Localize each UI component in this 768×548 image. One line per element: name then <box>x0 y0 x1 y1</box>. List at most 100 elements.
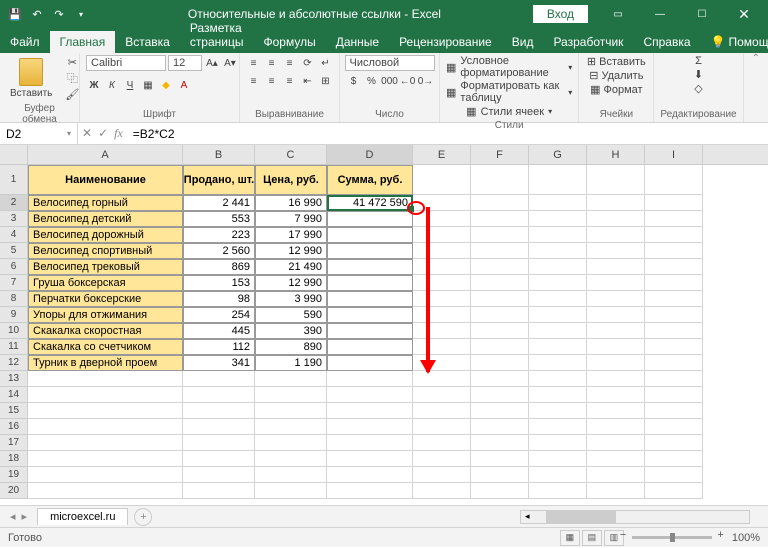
cancel-formula-icon[interactable]: ✕ <box>82 126 92 141</box>
cell[interactable]: 112 <box>183 339 255 355</box>
cell[interactable] <box>471 323 529 339</box>
tab-file[interactable]: Файл <box>0 31 50 53</box>
cell[interactable] <box>645 403 703 419</box>
cell[interactable] <box>183 451 255 467</box>
cell[interactable] <box>183 483 255 499</box>
cell[interactable] <box>645 483 703 499</box>
cell[interactable] <box>327 323 413 339</box>
cell[interactable] <box>529 211 587 227</box>
cell[interactable] <box>471 403 529 419</box>
font-color-icon[interactable]: A <box>176 77 192 93</box>
close-icon[interactable]: ✕ <box>724 0 764 28</box>
cell[interactable] <box>645 291 703 307</box>
cell[interactable] <box>255 435 327 451</box>
row-header[interactable]: 3 <box>0 211 28 227</box>
cell[interactable] <box>255 387 327 403</box>
cell[interactable]: 153 <box>183 275 255 291</box>
tab-data[interactable]: Данные <box>326 31 389 53</box>
cell[interactable]: Велосипед спортивный <box>28 243 183 259</box>
cell[interactable]: Велосипед детский <box>28 211 183 227</box>
wrap-text-icon[interactable]: ↵ <box>318 55 334 71</box>
redo-icon[interactable]: ↷ <box>52 7 66 21</box>
merge-icon[interactable]: ⊞ <box>318 73 334 89</box>
tellme-button[interactable]: 💡Помощь <box>701 31 768 53</box>
cell[interactable] <box>587 165 645 195</box>
col-header[interactable]: G <box>529 145 587 164</box>
cell[interactable]: 223 <box>183 227 255 243</box>
cell[interactable] <box>471 227 529 243</box>
cell[interactable] <box>183 371 255 387</box>
cell[interactable]: 890 <box>255 339 327 355</box>
increase-decimal-icon[interactable]: ←0 <box>400 73 416 89</box>
increase-font-icon[interactable]: A▴ <box>204 55 220 71</box>
cell[interactable] <box>413 339 471 355</box>
horizontal-scrollbar[interactable]: ◂ <box>520 510 750 524</box>
cell[interactable]: 12 990 <box>255 275 327 291</box>
spreadsheet-grid[interactable]: A B C D E F G H I 1234567891011121314151… <box>0 145 768 505</box>
cell[interactable] <box>645 307 703 323</box>
cell[interactable] <box>471 165 529 195</box>
cell[interactable]: 41 472 590 <box>327 195 413 211</box>
cell[interactable] <box>587 227 645 243</box>
orientation-icon[interactable]: ⟳ <box>300 55 316 71</box>
row-header[interactable]: 19 <box>0 467 28 483</box>
formula-input[interactable]: =B2*C2 <box>127 127 768 141</box>
row-header[interactable]: 1 <box>0 165 28 195</box>
cell[interactable] <box>587 307 645 323</box>
cell[interactable] <box>255 419 327 435</box>
cell[interactable] <box>529 195 587 211</box>
row-header[interactable]: 13 <box>0 371 28 387</box>
cell[interactable] <box>645 467 703 483</box>
cell[interactable]: Продано, шт. <box>183 165 255 195</box>
collapse-ribbon-icon[interactable]: ⌃ <box>744 53 768 122</box>
cell[interactable] <box>645 259 703 275</box>
cell[interactable] <box>471 195 529 211</box>
cell[interactable] <box>471 275 529 291</box>
cell[interactable]: 254 <box>183 307 255 323</box>
cell[interactable] <box>413 483 471 499</box>
row-header[interactable]: 4 <box>0 227 28 243</box>
cell[interactable] <box>587 211 645 227</box>
cell[interactable] <box>645 435 703 451</box>
cell[interactable]: 869 <box>183 259 255 275</box>
underline-button[interactable]: Ч <box>122 77 138 93</box>
cell[interactable] <box>327 307 413 323</box>
cell[interactable] <box>413 275 471 291</box>
format-as-table-button[interactable]: ▦Форматировать как таблицу▾ <box>446 80 572 104</box>
row-header[interactable]: 7 <box>0 275 28 291</box>
cell[interactable]: 590 <box>255 307 327 323</box>
row-header[interactable]: 17 <box>0 435 28 451</box>
cell[interactable] <box>587 355 645 371</box>
sheet-tab[interactable]: microexcel.ru <box>37 508 128 525</box>
zoom-slider[interactable] <box>632 536 712 539</box>
cell[interactable]: Сумма, руб. <box>327 165 413 195</box>
cell[interactable] <box>413 323 471 339</box>
cell[interactable] <box>587 291 645 307</box>
align-bottom-icon[interactable]: ≡ <box>282 55 298 71</box>
row-header[interactable]: 11 <box>0 339 28 355</box>
cell[interactable] <box>471 259 529 275</box>
cell[interactable]: 341 <box>183 355 255 371</box>
cell[interactable] <box>327 403 413 419</box>
cell[interactable] <box>183 403 255 419</box>
name-box[interactable]: D2 <box>0 123 78 144</box>
cell[interactable]: Велосипед трековый <box>28 259 183 275</box>
italic-button[interactable]: К <box>104 77 120 93</box>
cell[interactable] <box>645 243 703 259</box>
save-icon[interactable]: 💾 <box>8 7 22 21</box>
tab-help[interactable]: Справка <box>633 31 700 53</box>
cell[interactable] <box>529 355 587 371</box>
font-name-select[interactable]: Calibri <box>86 55 166 71</box>
cell[interactable]: 98 <box>183 291 255 307</box>
cell[interactable]: Велосипед горный <box>28 195 183 211</box>
cell[interactable] <box>529 435 587 451</box>
cell[interactable] <box>587 275 645 291</box>
cell[interactable]: 1 190 <box>255 355 327 371</box>
cell[interactable] <box>28 467 183 483</box>
col-header[interactable]: C <box>255 145 327 164</box>
fx-icon[interactable]: fx <box>114 126 123 141</box>
cell[interactable] <box>471 291 529 307</box>
tab-view[interactable]: Вид <box>502 31 544 53</box>
cell[interactable] <box>413 227 471 243</box>
cell[interactable] <box>587 371 645 387</box>
